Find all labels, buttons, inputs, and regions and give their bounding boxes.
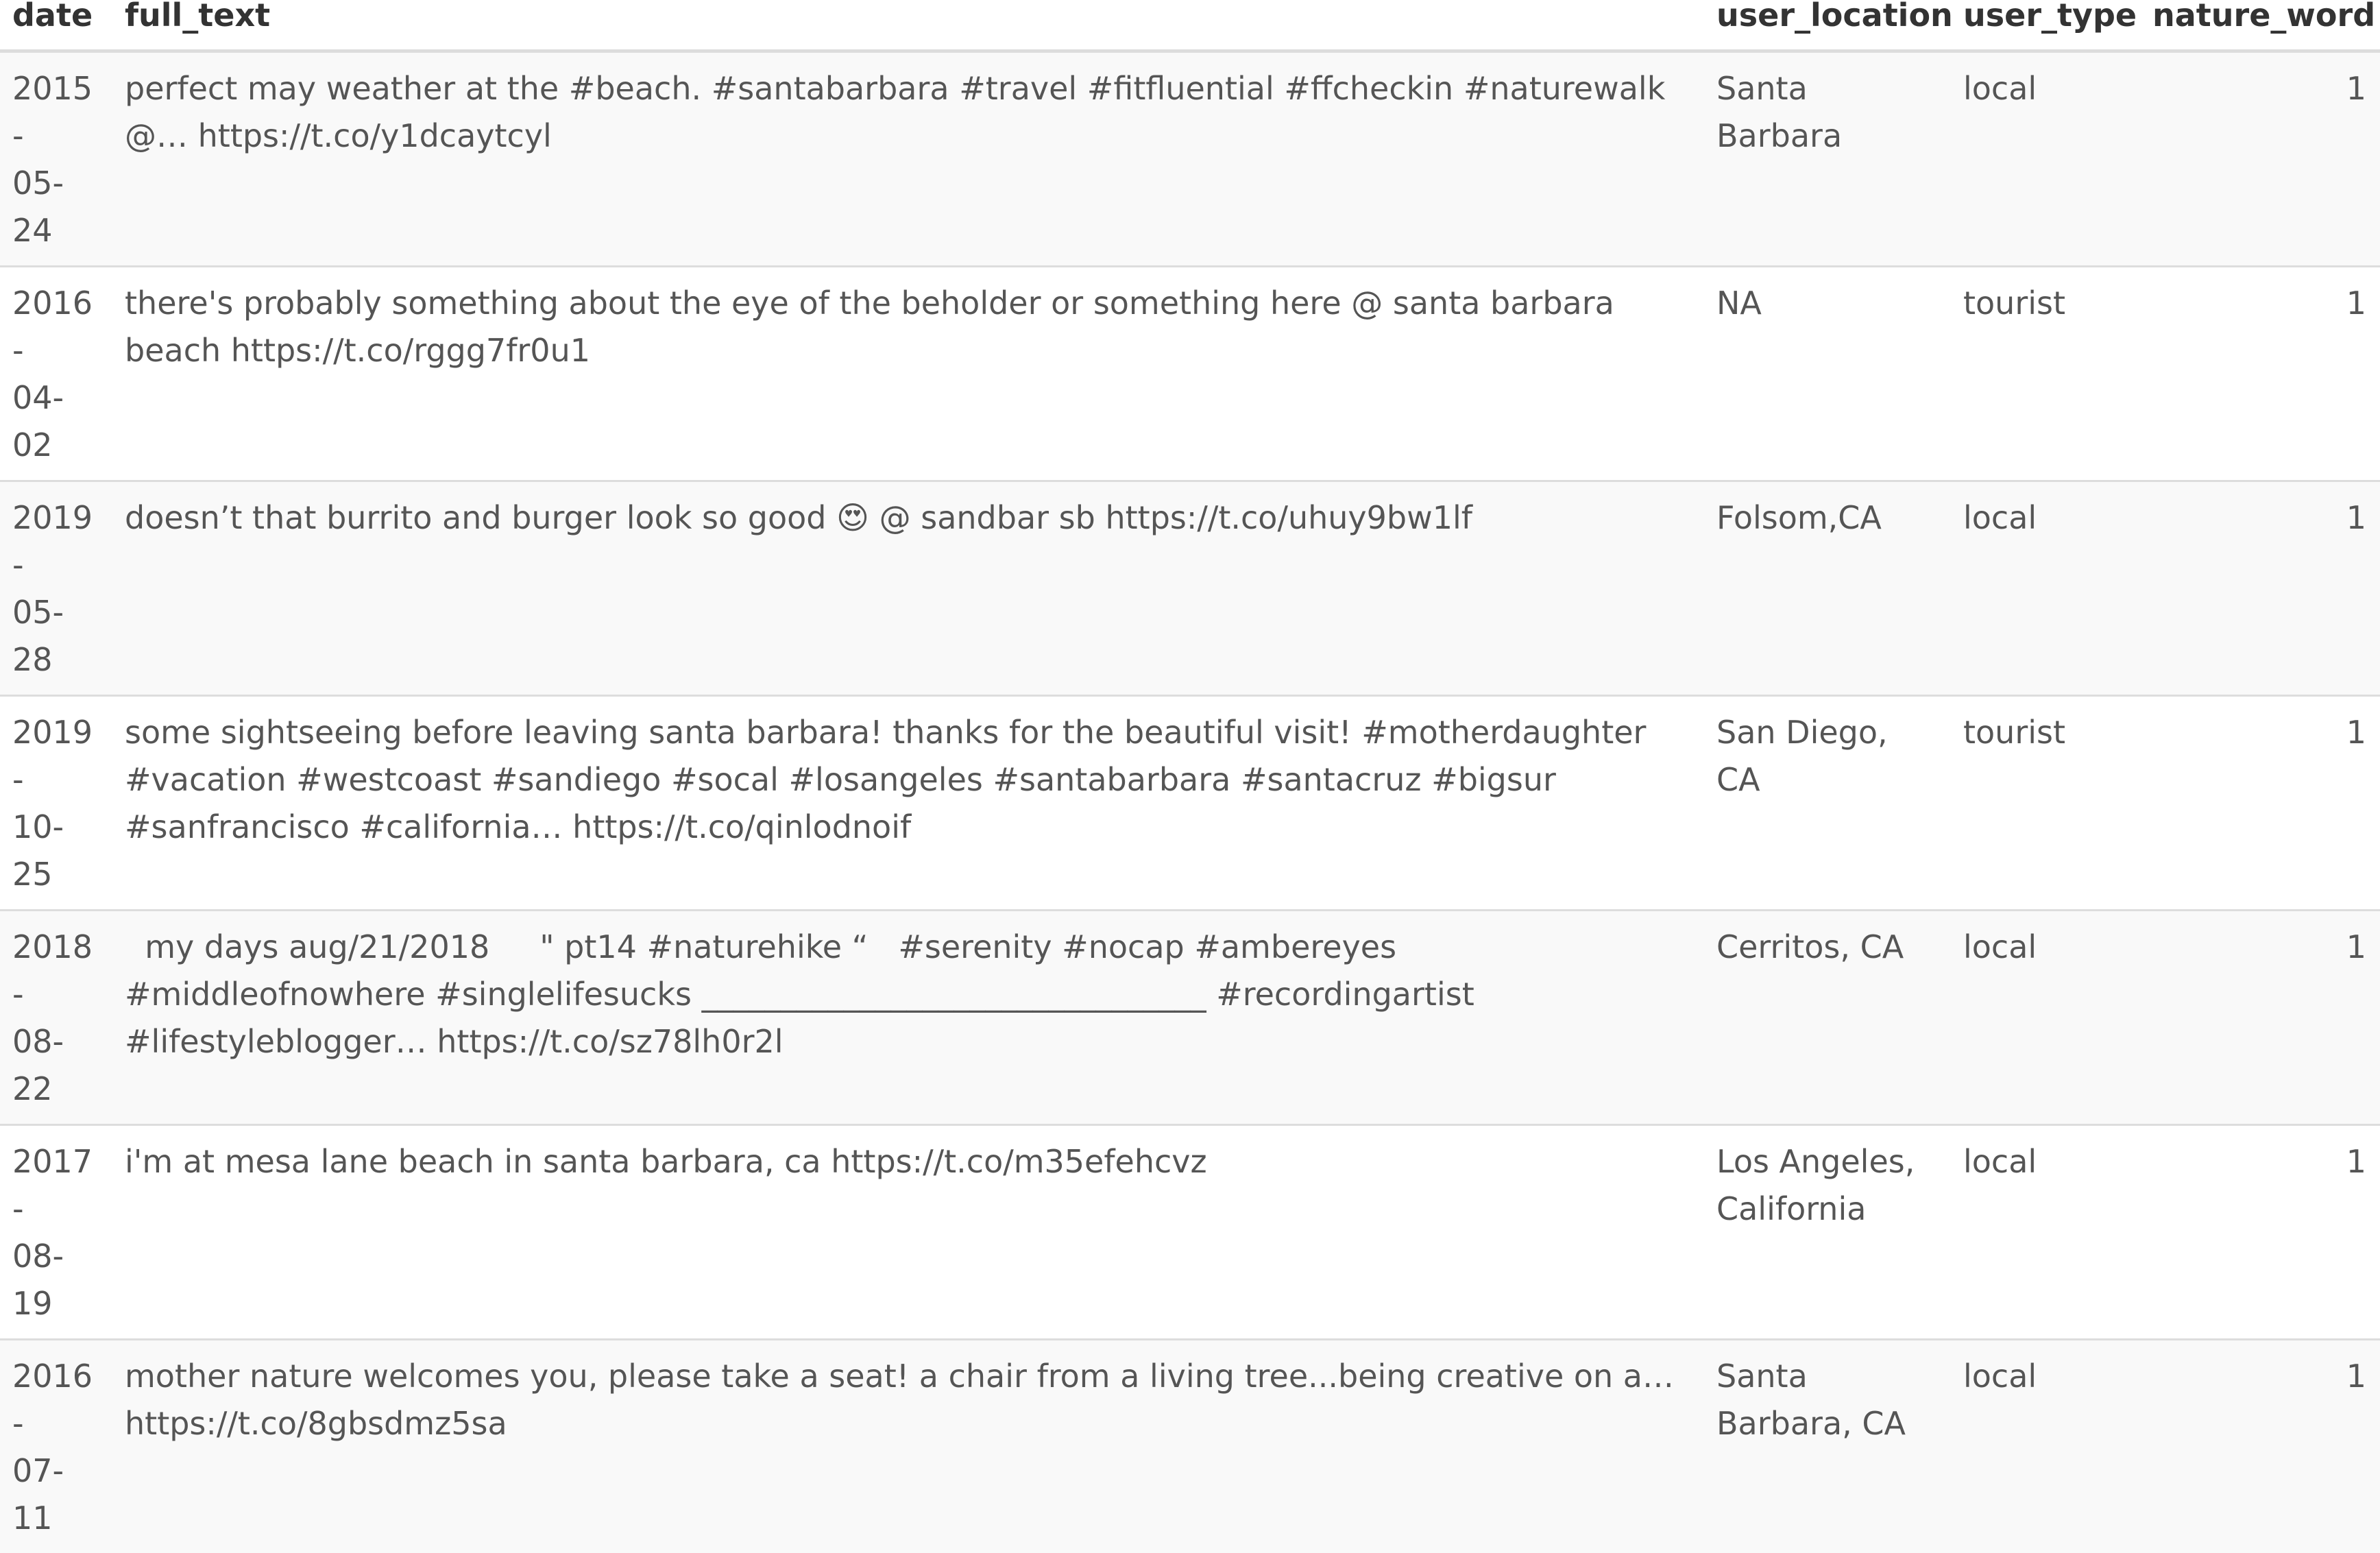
cell-user-location: Los Angeles, California — [1704, 1125, 1951, 1340]
cell-full-text: i'm at mesa lane beach in santa barbara,… — [112, 1125, 1704, 1340]
table-row: 2019- 05-28 doesn’t that burrito and bur… — [0, 481, 2380, 696]
cell-user-type: local — [1951, 51, 2140, 267]
cell-user-location: Folsom,CA — [1704, 481, 1951, 696]
cell-nature-word: 1 — [2140, 696, 2380, 911]
cell-date: 2018- 08-22 — [0, 911, 112, 1125]
cell-full-text: doesn’t that burrito and burger look so … — [112, 481, 1704, 696]
cell-user-location: NA — [1704, 267, 1951, 481]
header-row: date full_text user_location user_type n… — [0, 0, 2380, 51]
cell-user-location: Cerritos, CA — [1704, 911, 1951, 1125]
cell-date: 2019- 10-25 — [0, 696, 112, 911]
column-header-user-location[interactable]: user_location — [1704, 0, 1951, 51]
cell-nature-word: 1 — [2140, 911, 2380, 1125]
table-row: 2019- 10-25 some sightseeing before leav… — [0, 696, 2380, 911]
cell-full-text: mother nature welcomes you, please take … — [112, 1340, 1704, 1553]
cell-user-location: Santa Barbara — [1704, 51, 1951, 267]
table-row: 2018- 08-22 my days aug/21/2018 " pt14 #… — [0, 911, 2380, 1125]
cell-date: 2017- 08-19 — [0, 1125, 112, 1340]
cell-date: 2019- 05-28 — [0, 481, 112, 696]
column-header-nature-word[interactable]: nature_word — [2140, 0, 2380, 51]
column-header-full-text[interactable]: full_text — [112, 0, 1704, 51]
cell-nature-word: 1 — [2140, 267, 2380, 481]
cell-user-type: local — [1951, 911, 2140, 1125]
cell-full-text: there's probably something about the eye… — [112, 267, 1704, 481]
cell-full-text: my days aug/21/2018 " pt14 #naturehike “… — [112, 911, 1704, 1125]
table-header: date full_text user_location user_type n… — [0, 0, 2380, 51]
table-row: 2016- 04-02 there's probably something a… — [0, 267, 2380, 481]
cell-nature-word: 1 — [2140, 481, 2380, 696]
cell-date: 2016- 07-11 — [0, 1340, 112, 1553]
cell-nature-word: 1 — [2140, 1340, 2380, 1553]
column-header-date[interactable]: date — [0, 0, 112, 51]
cell-date: 2015- 05-24 — [0, 51, 112, 267]
table-body: 2015- 05-24 perfect may weather at the #… — [0, 51, 2380, 1553]
cell-user-type: tourist — [1951, 267, 2140, 481]
data-table: date full_text user_location user_type n… — [0, 0, 2380, 1553]
cell-nature-word: 1 — [2140, 1125, 2380, 1340]
cell-user-type: local — [1951, 1340, 2140, 1553]
table-row: 2016- 07-11 mother nature welcomes you, … — [0, 1340, 2380, 1553]
column-header-user-type[interactable]: user_type — [1951, 0, 2140, 51]
cell-user-location: San Diego, CA — [1704, 696, 1951, 911]
table-row: 2015- 05-24 perfect may weather at the #… — [0, 51, 2380, 267]
cell-user-type: local — [1951, 1125, 2140, 1340]
cell-full-text: perfect may weather at the #beach. #sant… — [112, 51, 1704, 267]
cell-date: 2016- 04-02 — [0, 267, 112, 481]
cell-user-location: Santa Barbara, CA — [1704, 1340, 1951, 1553]
cell-full-text: some sightseeing before leaving santa ba… — [112, 696, 1704, 911]
cell-user-type: local — [1951, 481, 2140, 696]
table-row: 2017- 08-19 i'm at mesa lane beach in sa… — [0, 1125, 2380, 1340]
cell-nature-word: 1 — [2140, 51, 2380, 267]
cell-user-type: tourist — [1951, 696, 2140, 911]
